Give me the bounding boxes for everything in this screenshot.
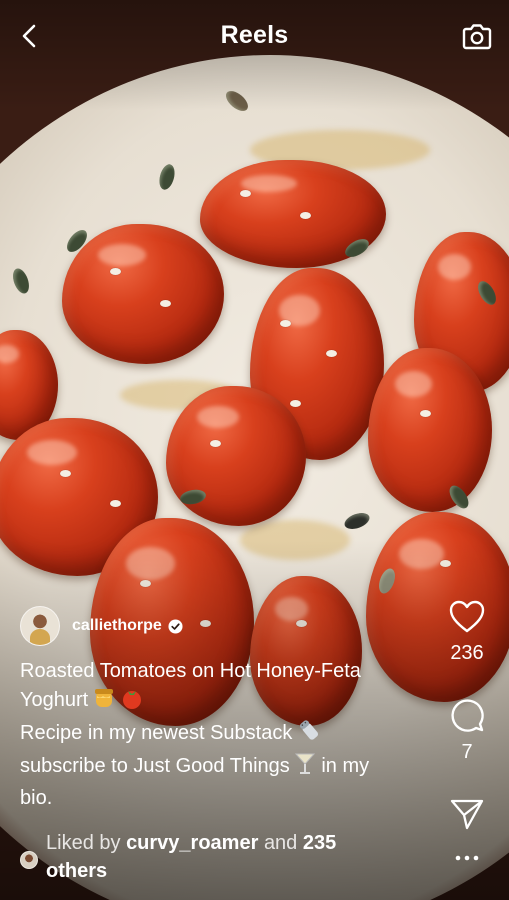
comment-count[interactable]: 7 bbox=[425, 741, 509, 764]
username[interactable]: calliethorpe bbox=[72, 617, 162, 635]
caption[interactable]: Roasted Tomatoes on Hot Honey-Feta Yoghu… bbox=[20, 657, 400, 813]
tomato bbox=[166, 386, 306, 526]
sesame-seed bbox=[110, 500, 121, 507]
sesame-seed bbox=[290, 400, 301, 407]
tomato bbox=[368, 348, 492, 512]
camera-icon bbox=[462, 24, 492, 50]
more-options-button[interactable] bbox=[425, 854, 509, 862]
sesame-seed bbox=[300, 212, 311, 219]
camera-button[interactable] bbox=[461, 20, 493, 52]
author-row[interactable]: calliethorpe bbox=[20, 606, 183, 646]
avatar[interactable] bbox=[20, 606, 60, 646]
caption-text: subscribe to Just Good Things bbox=[20, 755, 290, 777]
page-title: Reels bbox=[220, 21, 289, 49]
sesame-seed bbox=[240, 190, 251, 197]
caption-text: Roasted Tomatoes on Hot Honey-Feta Yoghu… bbox=[20, 660, 361, 711]
cocktail-glass-icon bbox=[294, 751, 316, 784]
tomato-icon bbox=[120, 687, 144, 718]
sesame-seed bbox=[110, 268, 121, 275]
more-horizontal-icon bbox=[455, 855, 479, 861]
comment-action: 7 bbox=[425, 697, 509, 764]
liker-avatar bbox=[20, 851, 38, 869]
caption-text: Recipe in my newest Substack bbox=[20, 722, 293, 744]
tomato bbox=[62, 224, 224, 364]
sesame-seed bbox=[420, 410, 431, 417]
sesame-seed bbox=[60, 470, 71, 477]
like-action: 236 bbox=[425, 600, 509, 665]
send-icon[interactable] bbox=[450, 798, 484, 830]
sesame-seed bbox=[160, 300, 171, 307]
sesame-seed bbox=[326, 350, 337, 357]
honey-pot-icon bbox=[92, 687, 116, 718]
verified-badge-icon bbox=[168, 618, 183, 634]
sesame-seed bbox=[210, 440, 221, 447]
like-count[interactable]: 236 bbox=[425, 642, 509, 665]
heart-icon[interactable] bbox=[449, 600, 485, 634]
salt-shaker-icon bbox=[296, 718, 322, 751]
sesame-seed bbox=[280, 320, 291, 327]
top-bar: Reels bbox=[0, 0, 509, 72]
liked-by[interactable]: Liked by curvy_roamer and 235 others bbox=[20, 829, 390, 885]
comment-icon[interactable] bbox=[449, 697, 485, 733]
share-action bbox=[425, 798, 509, 830]
liker-username[interactable]: curvy_roamer bbox=[126, 832, 258, 854]
